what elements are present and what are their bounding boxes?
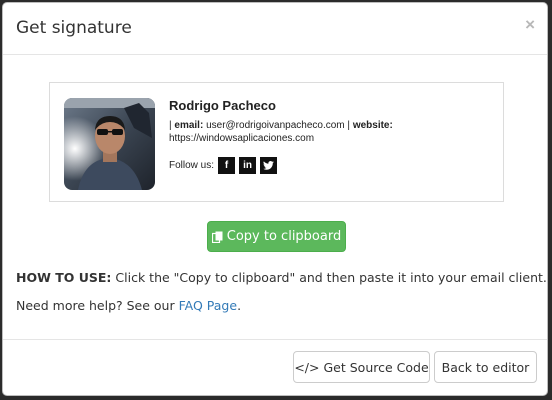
help-suffix: . [237,298,242,313]
signature-email-line: | email: user@rodrigoivanpacheco.com | w… [169,120,393,131]
howto-label: HOW TO USE: [16,270,112,285]
modal-header: Get signature × [3,3,547,55]
signature-preview: Rodrigo Pacheco | email: user@rodrigoiva… [49,82,504,202]
help-text: Need more help? See our FAQ Page. [16,298,241,313]
facebook-icon[interactable]: f [218,157,236,174]
email-value[interactable]: user@rodrigoivanpacheco.com [206,120,345,131]
twitter-icon[interactable] [260,157,278,174]
signature-modal: Get signature × Rodrigo Pacheco | email:… [2,2,548,396]
back-button-label: Back to editor [441,359,530,375]
howto-body: Click the "Copy to clipboard" and then p… [115,270,547,285]
get-source-code-button[interactable]: </> Get Source Code [293,351,430,383]
twitter-bird-glyph [263,161,274,170]
signature-name: Rodrigo Pacheco [169,98,276,113]
follow-us: Follow us: f in [169,157,278,174]
linkedin-icon[interactable]: in [239,157,257,174]
separator: | [169,120,172,131]
website-label: website: [352,120,393,131]
howto-text: HOW TO USE: Click the "Copy to clipboard… [16,270,547,285]
source-button-label: Get Source Code [323,359,429,375]
back-to-editor-button[interactable]: Back to editor [434,351,537,383]
code-icon: </> [294,359,320,375]
modal-footer-divider [3,339,547,340]
copy-button-label: Copy to clipboard [226,229,342,244]
profile-photo [64,98,155,190]
separator: | [347,120,351,131]
email-label: email: [174,120,204,131]
follow-label: Follow us: [169,160,215,171]
website-value[interactable]: https://windowsaplicaciones.com [169,133,314,144]
modal-title: Get signature [16,18,132,38]
help-body: Need more help? See our [16,298,175,313]
faq-link[interactable]: FAQ Page [179,298,237,313]
copy-icon [211,231,223,243]
profile-photo-image [64,98,155,190]
close-icon[interactable]: × [525,15,535,35]
copy-to-clipboard-button[interactable]: Copy to clipboard [207,221,346,252]
